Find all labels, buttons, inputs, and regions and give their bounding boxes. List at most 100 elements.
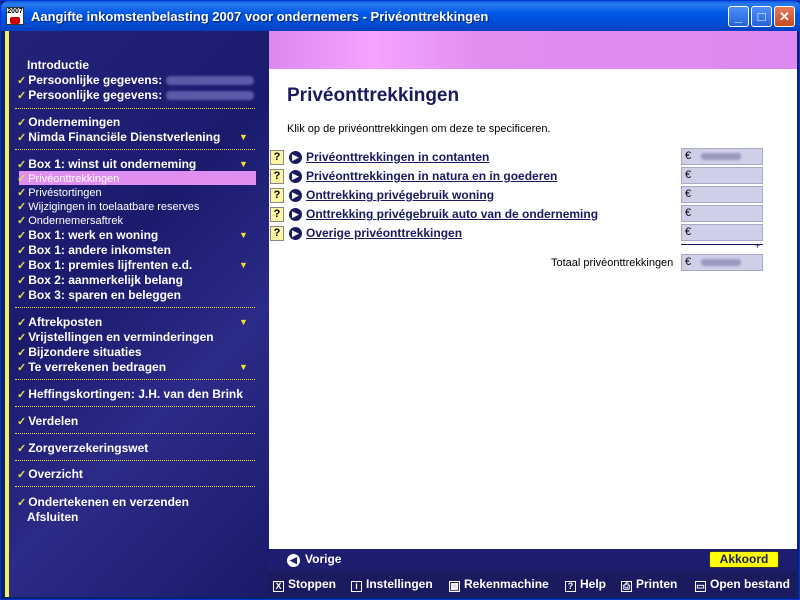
check-icon: ✓ xyxy=(17,275,27,287)
chevron-down-icon[interactable]: ▼ xyxy=(239,362,248,372)
sidebar-item-aftrekposten[interactable]: ✓ Aftrekposten xyxy=(17,315,102,330)
application-window: 2007 Aangifte inkomstenbelasting 2007 vo… xyxy=(0,0,800,600)
sidebar-item-persoonlijke-gegevens-2[interactable]: ✓ Persoonlijke gegevens: xyxy=(17,88,254,103)
go-arrow-icon[interactable]: ▶ xyxy=(289,227,302,240)
list-item: ? ▶ Privéonttrekkingen in contanten € xyxy=(269,148,797,168)
help-icon[interactable]: ? xyxy=(270,150,284,165)
check-icon: ✓ xyxy=(17,389,27,401)
help-icon[interactable]: ? xyxy=(270,207,284,222)
row-link[interactable]: Privéonttrekkingen in natura en in goede… xyxy=(306,169,557,183)
list-item: ? ▶ Overige privéonttrekkingen € xyxy=(269,224,797,244)
sidebar-item-vrijstellingen[interactable]: ✓ Vrijstellingen en verminderingen xyxy=(17,330,214,345)
sidebar-item-heffingskortingen[interactable]: ✓ Heffingskortingen: J.H. van den Brink xyxy=(17,387,243,402)
sidebar-item-persoonlijke-gegevens-1[interactable]: ✓ Persoonlijke gegevens: xyxy=(17,73,254,88)
bottom-toolbar: X Stoppen i Instellingen ▦ Rekenmachine ? He… xyxy=(269,571,797,597)
sidebar-item-nimda[interactable]: ✓ Nimda Financiële Dienstverlening xyxy=(17,130,220,145)
chevron-down-icon[interactable]: ▼ xyxy=(239,317,248,327)
amount-field[interactable]: € xyxy=(681,148,763,165)
check-icon: ✓ xyxy=(17,173,27,185)
sidebar-item-verdelen[interactable]: ✓ Verdelen xyxy=(17,414,78,429)
app-icon[interactable]: 2007 xyxy=(6,7,24,25)
blurred-amount xyxy=(701,152,742,160)
help-icon[interactable]: ? xyxy=(270,226,284,241)
sidebar-item-wijzigingen-reserves[interactable]: ✓ Wijzigingen in toelaatbare reserves xyxy=(17,200,199,214)
open-file-button[interactable]: ▭ Open bestand xyxy=(695,577,790,592)
settings-button[interactable]: i Instellingen xyxy=(351,577,433,592)
sidebar-item-te-verrekenen[interactable]: ✓ Te verrekenen bedragen xyxy=(17,360,166,375)
close-icon: X xyxy=(273,581,284,592)
divider xyxy=(15,406,255,407)
go-arrow-icon[interactable]: ▶ xyxy=(289,208,302,221)
info-icon: i xyxy=(351,581,362,592)
check-icon: ✓ xyxy=(17,362,27,374)
amount-field[interactable]: € xyxy=(681,224,763,241)
check-icon: ✓ xyxy=(17,347,27,359)
title-bar[interactable]: 2007 Aangifte inkomstenbelasting 2007 vo… xyxy=(1,1,800,31)
help-icon[interactable]: ? xyxy=(270,169,284,184)
sidebar-item-box1-premies[interactable]: ✓ Box 1: premies lijfrenten e.d. xyxy=(17,258,192,273)
help-button[interactable]: ? Help xyxy=(565,577,606,592)
chevron-down-icon[interactable]: ▼ xyxy=(239,260,248,270)
sidebar-item-ondernemingen[interactable]: ✓ Ondernemingen xyxy=(17,115,120,130)
check-icon: ✓ xyxy=(17,187,27,199)
blurred-amount xyxy=(701,258,742,266)
minimize-button[interactable]: _ xyxy=(728,6,749,27)
stop-button[interactable]: X Stoppen xyxy=(273,577,336,592)
chevron-down-icon[interactable]: ▼ xyxy=(239,132,248,142)
back-button[interactable]: ◀ Vorige xyxy=(287,552,341,567)
list-item: ? ▶ Onttrekking privégebruik auto van de… xyxy=(269,205,797,225)
sidebar-item-ondertekenen[interactable]: ✓ Ondertekenen en verzenden xyxy=(17,495,189,510)
list-item: ? ▶ Privéonttrekkingen in natura en in g… xyxy=(269,167,797,187)
sum-line xyxy=(681,244,763,245)
check-icon: ✓ xyxy=(17,132,27,144)
help-icon[interactable]: ? xyxy=(270,188,284,203)
sidebar: Introductie ✓ Persoonlijke gegevens: ✓ Per… xyxy=(5,31,269,597)
row-link[interactable]: Onttrekking privégebruik woning xyxy=(306,188,494,202)
divider xyxy=(15,433,255,434)
chevron-down-icon[interactable]: ▼ xyxy=(239,230,248,240)
check-icon: ✓ xyxy=(17,215,27,227)
divider xyxy=(15,379,255,380)
check-icon: ✓ xyxy=(17,332,27,344)
sidebar-item-bijzondere-situaties[interactable]: ✓ Bijzondere situaties xyxy=(17,345,142,360)
amount-field[interactable]: € xyxy=(681,186,763,203)
amount-field[interactable]: € xyxy=(681,167,763,184)
go-arrow-icon[interactable]: ▶ xyxy=(289,189,302,202)
sidebar-item-afsluiten[interactable]: Afsluiten xyxy=(17,510,78,524)
check-icon: ✓ xyxy=(17,230,27,242)
sidebar-item-box2[interactable]: ✓ Box 2: aanmerkelijk belang xyxy=(17,273,183,288)
check-icon: ✓ xyxy=(17,416,27,428)
sidebar-item-overzicht[interactable]: ✓ Overzicht xyxy=(17,467,83,482)
row-link[interactable]: Overige privéonttrekkingen xyxy=(306,226,462,240)
sidebar-item-box1-winst[interactable]: ✓ Box 1: winst uit onderneming xyxy=(17,157,196,172)
sidebar-item-privestortingen[interactable]: ✓ Privéstortingen xyxy=(17,186,102,200)
sidebar-item-box3[interactable]: ✓ Box 3: sparen en beleggen xyxy=(17,288,181,303)
chevron-down-icon[interactable]: ▼ xyxy=(239,159,248,169)
check-icon: ✓ xyxy=(17,117,27,129)
help-icon: ? xyxy=(565,581,576,592)
folder-icon: ▭ xyxy=(695,581,706,592)
sidebar-item-box1-werk-woning[interactable]: ✓ Box 1: werk en woning xyxy=(17,228,158,243)
sidebar-item-box1-andere-inkomsten[interactable]: ✓ Box 1: andere inkomsten xyxy=(17,243,171,258)
check-icon: ✓ xyxy=(17,260,27,272)
go-arrow-icon[interactable]: ▶ xyxy=(289,170,302,183)
blurred-name xyxy=(165,76,254,86)
sidebar-item-ondernemersaftrek[interactable]: ✓ Ondernemersaftrek xyxy=(17,214,123,228)
sidebar-item-zorgverzekeringswet[interactable]: ✓ Zorgverzekeringswet xyxy=(17,441,148,456)
go-arrow-icon[interactable]: ▶ xyxy=(289,151,302,164)
header-banner xyxy=(269,31,797,69)
maximize-button[interactable]: □ xyxy=(751,6,772,27)
sum-sign: + xyxy=(755,241,761,251)
app-icon-label: 2007 xyxy=(7,8,23,15)
close-button[interactable]: ✕ xyxy=(774,6,795,27)
ok-button[interactable]: Akkoord xyxy=(709,551,779,568)
row-link[interactable]: Privéonttrekkingen in contanten xyxy=(306,150,489,164)
print-button[interactable]: ⎙ Printen xyxy=(621,577,677,592)
sidebar-item-introductie[interactable]: Introductie xyxy=(17,58,89,72)
back-arrow-icon: ◀ xyxy=(287,554,300,567)
amount-field[interactable]: € xyxy=(681,205,763,222)
calculator-button[interactable]: ▦ Rekenmachine xyxy=(449,577,549,592)
row-link[interactable]: Onttrekking privégebruik auto van de ond… xyxy=(306,207,598,221)
instruction-text: Klik op de privéonttrekkingen om deze te… xyxy=(287,123,551,135)
sidebar-item-priveonttrekkingen[interactable]: ✓ Privéonttrekkingen xyxy=(17,172,119,186)
